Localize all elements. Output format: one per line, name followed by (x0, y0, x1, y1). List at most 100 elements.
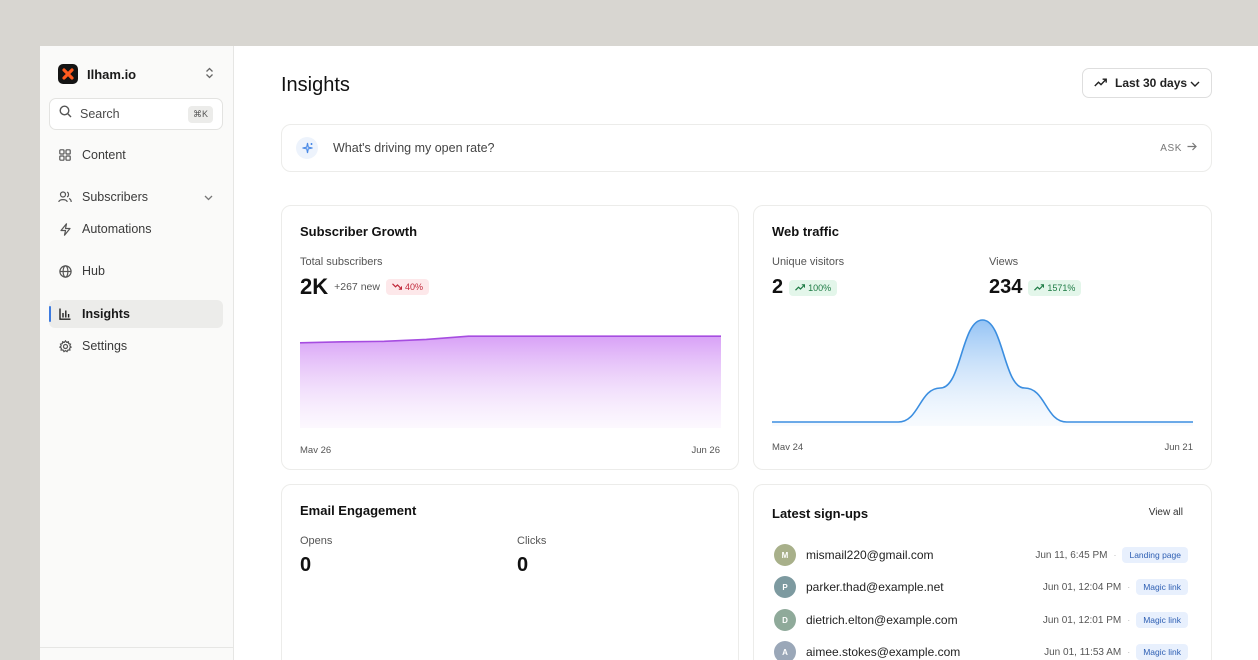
clicks-label: Clicks (517, 535, 547, 547)
signup-time: Jun 01, 12:04 PM (1042, 581, 1122, 593)
sidebar-item-content[interactable]: Content (49, 141, 223, 169)
signup-email: dietrich.elton@example.com (806, 613, 958, 627)
trending-up-icon (1034, 283, 1045, 293)
signup-source-badge: Landing page (1122, 547, 1188, 563)
sidebar-item-label: Settings (82, 339, 128, 353)
avatar: M (774, 544, 796, 566)
separator: · (1113, 550, 1117, 560)
ask-button[interactable]: ASK (1160, 142, 1197, 154)
latest-signups-card: Latest sign-ups View all M mismail220@gm… (753, 484, 1212, 660)
sparkle-icon (296, 137, 318, 159)
arrow-right-icon (1187, 142, 1197, 154)
email-engagement-card: Email Engagement Opens 0 Clicks 0 (281, 484, 739, 660)
separator: · (1127, 647, 1131, 657)
signup-row[interactable]: M mismail220@gmail.com Jun 11, 6:45 PM ·… (774, 543, 1188, 567)
avatar: P (774, 576, 796, 598)
search-placeholder: Search (80, 107, 120, 121)
chevron-down-icon (1190, 76, 1200, 90)
trending-up-icon (1094, 76, 1107, 90)
views-value: 234 (989, 276, 1023, 298)
workspace-switcher[interactable]: Ilham.io (58, 64, 214, 84)
unique-visitors-stat: 2 100% (772, 276, 838, 299)
signup-row[interactable]: P parker.thad@example.net Jun 01, 12:04 … (774, 575, 1188, 599)
subscriber-growth-card: Subscriber Growth Total subscribers 2K +… (281, 205, 739, 470)
search-input[interactable]: Search ⌘K (49, 98, 223, 130)
unique-visitors-label: Unique visitors (772, 256, 845, 268)
chart-area (772, 320, 1193, 426)
gear-icon (58, 339, 72, 353)
sidebar: Ilham.io Search ⌘K Content Subscribers A… (40, 46, 234, 660)
sidebar-item-settings[interactable]: Settings (49, 332, 223, 360)
bar-chart-icon (58, 307, 72, 321)
users-icon (58, 190, 72, 204)
sidebar-item-automations[interactable]: Automations (49, 215, 223, 243)
signup-email: mismail220@gmail.com (806, 548, 934, 562)
opens-stat: 0 (300, 554, 311, 577)
new-subscribers: +267 new (334, 281, 380, 293)
total-subscribers-value: 2K (300, 274, 329, 299)
search-icon (59, 105, 72, 123)
sidebar-divider (40, 647, 234, 648)
grid-icon (58, 148, 72, 162)
change-badge: 1571% (1028, 279, 1082, 296)
clicks-stat: 0 (517, 554, 528, 577)
ask-label: ASK (1160, 142, 1182, 154)
x-axis-start-label: Mav 24 (772, 442, 804, 453)
signup-email: parker.thad@example.net (806, 580, 944, 594)
change-value: 40% (404, 282, 423, 292)
card-title: Email Engagement (300, 503, 417, 518)
total-subscribers-stat: 2K +267 new 40% (300, 274, 429, 300)
web-traffic-card: Web traffic Unique visitors 2 100% Views… (753, 205, 1212, 470)
x-axis-end-label: Jun 26 (691, 445, 720, 456)
view-all-link[interactable]: View all (1149, 507, 1183, 518)
x-axis-end-label: Jun 21 (1164, 442, 1193, 453)
sidebar-item-label: Content (82, 148, 126, 162)
chevron-updown-icon (205, 67, 214, 82)
signup-time: Jun 01, 12:01 PM (1042, 614, 1122, 626)
signup-row[interactable]: D dietrich.elton@example.com Jun 01, 12:… (774, 608, 1188, 632)
sidebar-item-label: Insights (82, 307, 130, 321)
change-value: 1571% (1047, 282, 1076, 293)
bolt-icon (58, 222, 72, 236)
separator: · (1127, 615, 1131, 625)
change-badge: 40% (385, 279, 429, 295)
brand-logo-icon (58, 64, 78, 84)
signup-source-badge: Magic link (1136, 579, 1188, 595)
x-axis-start-label: Mav 26 (300, 445, 332, 456)
opens-value: 0 (300, 554, 312, 576)
signup-source-badge: Magic link (1136, 612, 1188, 628)
sidebar-item-hub[interactable]: Hub (49, 257, 223, 285)
views-stat: 234 1571% (989, 276, 1082, 299)
app-window: Ilham.io Search ⌘K Content Subscribers A… (40, 46, 1258, 660)
subscriber-growth-chart (300, 335, 721, 428)
opens-label: Opens (300, 535, 333, 547)
sidebar-item-subscribers[interactable]: Subscribers (49, 183, 223, 211)
shortcut-badge: ⌘K (187, 105, 213, 123)
views-label: Views (989, 256, 1019, 268)
sidebar-item-insights[interactable]: Insights (49, 300, 223, 328)
sidebar-item-label: Hub (82, 264, 105, 278)
avatar: D (774, 609, 796, 631)
unique-visitors-value: 2 (772, 276, 784, 298)
card-title: Subscriber Growth (300, 224, 418, 239)
signup-row[interactable]: A aimee.stokes@example.com Jun 01, 11:53… (774, 640, 1188, 660)
card-title: Latest sign-ups (772, 506, 869, 521)
total-subscribers-label: Total subscribers (300, 256, 383, 268)
avatar: A (774, 641, 796, 660)
web-traffic-chart (772, 319, 1193, 426)
signup-source-badge: Magic link (1136, 644, 1188, 660)
chevron-down-icon (204, 190, 213, 204)
signup-time: Jun 11, 6:45 PM (1035, 549, 1108, 561)
card-title: Web traffic (772, 224, 839, 239)
chart-area (300, 336, 721, 428)
change-value: 100% (808, 282, 832, 293)
date-range-dropdown[interactable]: Last 30 days (1082, 68, 1212, 98)
separator: · (1127, 582, 1131, 592)
clicks-value: 0 (517, 554, 529, 576)
date-range-label: Last 30 days (1115, 76, 1188, 90)
signup-time: Jun 01, 11:53 AM (1044, 646, 1122, 658)
workspace-name: Ilham.io (87, 66, 137, 82)
page-title: Insights (281, 74, 350, 96)
change-badge: 100% (789, 279, 838, 296)
ask-ai-bar[interactable]: What's driving my open rate? ASK (281, 124, 1212, 172)
